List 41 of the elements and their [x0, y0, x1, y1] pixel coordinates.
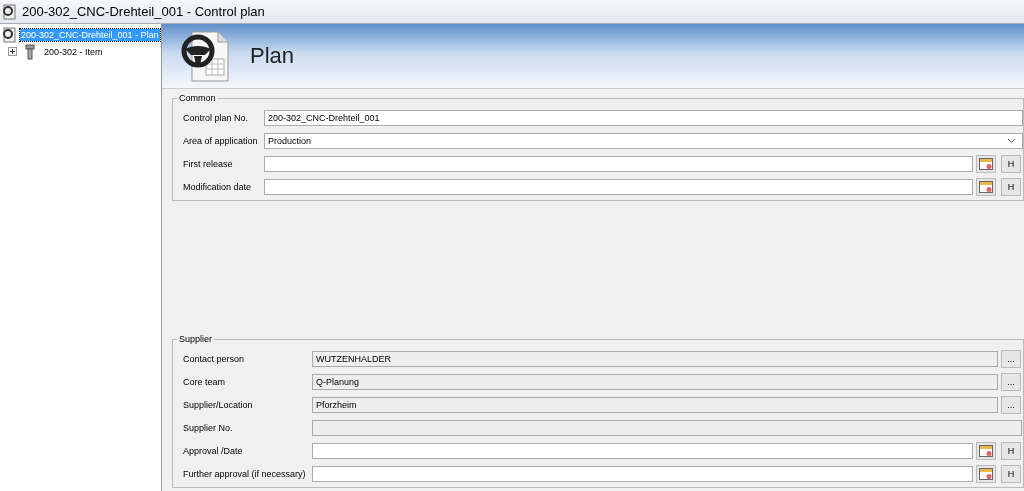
calendar-button[interactable]: [976, 442, 996, 460]
document-icon: [2, 3, 18, 20]
h-button[interactable]: H: [1001, 465, 1021, 483]
field-label: Supplier/Location: [183, 400, 254, 410]
browse-button[interactable]: ...: [1001, 396, 1021, 414]
window-title: 200-302_CNC-Drehteil_001 - Control plan: [22, 4, 265, 19]
calendar-button[interactable]: [976, 465, 996, 483]
field-label: Supplier No.: [183, 423, 234, 433]
field-label: Area of application: [183, 136, 259, 146]
screw-icon: [25, 43, 35, 60]
field-label: First release: [183, 159, 234, 169]
caret-icon: [1007, 138, 1016, 144]
page-title: Plan: [250, 43, 295, 69]
h-button[interactable]: H: [1001, 155, 1021, 173]
input-field[interactable]: WUTZENHALDER: [312, 351, 998, 367]
input-field[interactable]: Q-Planung: [312, 374, 998, 390]
expand-icon[interactable]: [8, 47, 17, 56]
field-label: Core team: [183, 377, 227, 387]
input-field[interactable]: [312, 420, 1022, 436]
input-field[interactable]: Pforzheim: [312, 397, 998, 413]
calendar-button[interactable]: [976, 178, 996, 196]
field-label: Approval /Date: [183, 446, 244, 456]
group-title: Common: [178, 93, 217, 103]
browse-button[interactable]: ...: [1001, 350, 1021, 368]
field-label: Modification date: [183, 182, 253, 192]
browse-button[interactable]: ...: [1001, 373, 1021, 391]
h-button[interactable]: H: [1001, 442, 1021, 460]
document-icon: [2, 26, 18, 43]
calendar-button[interactable]: [976, 155, 996, 173]
dropdown[interactable]: Production: [264, 133, 1023, 149]
tree-item[interactable]: 200-302 - Item: [43, 45, 104, 58]
field-label: Control plan No.: [183, 113, 250, 123]
h-button[interactable]: H: [1001, 178, 1021, 196]
field-label: Further approval (if necessary): [183, 469, 307, 479]
date-field[interactable]: [264, 156, 973, 172]
group-title: Supplier: [178, 334, 214, 344]
field-label: Contact person: [183, 354, 246, 364]
date-field[interactable]: [312, 443, 973, 459]
date-field[interactable]: [312, 466, 973, 482]
date-field[interactable]: [264, 179, 973, 195]
input-field[interactable]: 200-302_CNC-Drehteil_001: [264, 110, 1023, 126]
